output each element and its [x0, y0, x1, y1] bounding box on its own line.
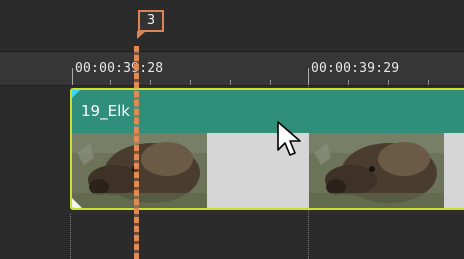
elk-thumbnail-image [309, 133, 444, 208]
clip-in-marker-icon [72, 90, 80, 98]
elk-thumbnail-image [72, 133, 207, 208]
marker-number: 3 [146, 13, 156, 28]
clip-thumbnail [72, 133, 207, 208]
track-header-gutter [0, 86, 70, 259]
clip-header[interactable]: 19_Elk [72, 90, 464, 133]
marker-flag-icon [137, 31, 146, 39]
thumbnail-gap [444, 133, 464, 208]
ruler-timecode: 00:00:39:28 [75, 61, 164, 76]
time-ruler[interactable]: 00:00:39:28 00:00:39:29 [0, 52, 464, 86]
timeline-marker[interactable]: 3 [138, 10, 164, 32]
clip-title: 19_Elk [81, 102, 130, 120]
clip-thumbnail [309, 133, 444, 208]
frame-guide-line [70, 214, 71, 259]
video-clip[interactable]: 19_Elk [70, 88, 464, 210]
ruler-timecode: 00:00:39:29 [311, 61, 400, 76]
ruler-major-tick [72, 68, 73, 86]
timeline-top-band [0, 0, 464, 52]
ruler-major-tick [308, 68, 309, 86]
clip-trim-handle-icon[interactable] [72, 198, 82, 208]
clip-thumbnails [72, 133, 464, 208]
playhead-line[interactable] [134, 46, 139, 259]
mouse-pointer-icon [277, 121, 301, 156]
